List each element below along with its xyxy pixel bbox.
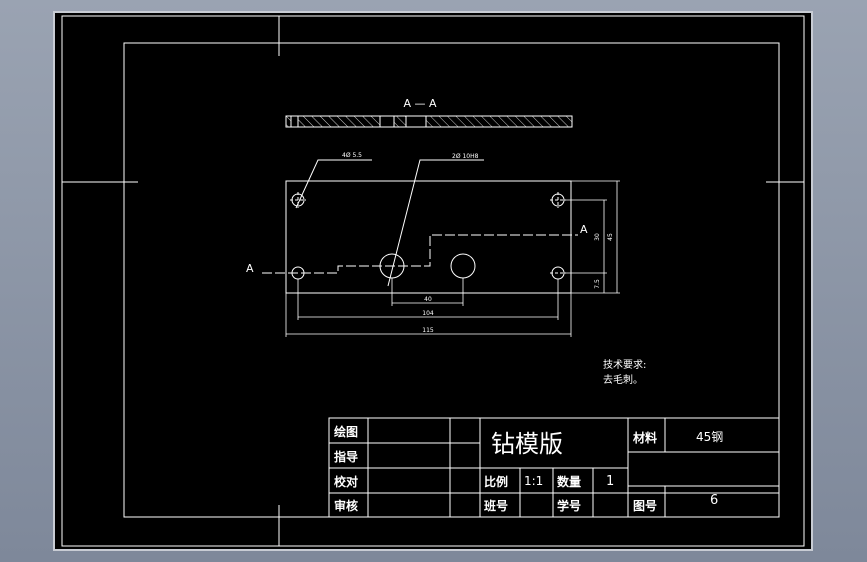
dim-vertical-edge: 7.5 — [594, 279, 601, 289]
tb-quantity-value: 1 — [606, 474, 614, 489]
section-view — [285, 115, 573, 128]
dim-small-hole-spacing: 104 — [422, 310, 434, 317]
tech-requirements-title: 技术要求: — [603, 358, 646, 371]
tb-drawing-no-label: 图号 — [633, 498, 657, 513]
tb-draw-label: 绘图 — [334, 424, 358, 439]
tb-material-value: 45钢 — [696, 430, 723, 444]
tb-part-name: 钻模版 — [491, 430, 563, 458]
tb-drawing-no-value: 6 — [710, 493, 718, 508]
tb-quantity-label: 数量 — [557, 474, 581, 489]
dim-hole-spacing: 40 — [424, 296, 432, 303]
dim-overall-width: 115 — [422, 327, 434, 334]
section-marker-left: A — [246, 262, 254, 275]
dim-vertical-inner: 30 — [594, 233, 601, 241]
callout-large-holes: 2Ø 10H8 — [452, 153, 479, 160]
tb-student-label: 学号 — [557, 498, 581, 513]
tb-scale-value: 1:1 — [524, 474, 543, 488]
tb-material-label: 材料 — [632, 430, 657, 445]
tb-check-label: 校对 — [334, 474, 358, 489]
tb-review-label: 审核 — [334, 498, 358, 513]
cad-drawing-canvas[interactable]: A — A 4Ø 5.5 2Ø 10H8 A A 40 104 115 30 4… — [0, 0, 867, 562]
tech-requirements-item: 去毛刺。 — [603, 374, 643, 386]
section-marker-right: A — [580, 223, 588, 236]
callout-small-holes: 4Ø 5.5 — [342, 152, 362, 159]
section-view-label: A — A — [403, 97, 437, 110]
viewport-frame — [53, 11, 813, 551]
tb-guide-label: 指导 — [334, 449, 358, 464]
dim-vertical-overall: 45 — [607, 233, 614, 241]
tb-class-label: 班号 — [484, 498, 508, 513]
tb-scale-label: 比例 — [484, 474, 508, 489]
